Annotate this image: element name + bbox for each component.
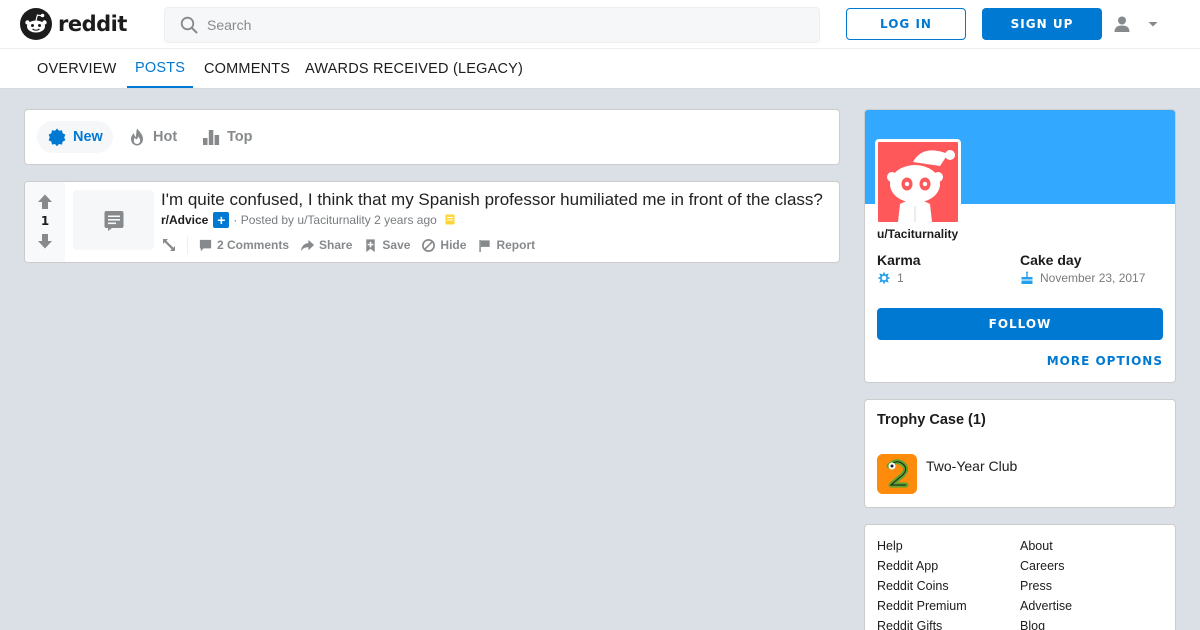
- trophy-name[interactable]: Two-Year Club: [926, 458, 1017, 474]
- cake-day-value: November 23, 2017: [1020, 271, 1145, 285]
- more-options-button[interactable]: MORE OPTIONS: [1047, 354, 1163, 368]
- logo-text: reddit: [58, 12, 127, 36]
- footer-link-help[interactable]: Help: [877, 539, 903, 553]
- user-icon: [1114, 16, 1130, 32]
- tab-comments[interactable]: COMMENTS: [196, 49, 298, 88]
- hide-button[interactable]: Hide: [421, 238, 466, 253]
- footer-link-reddit-premium[interactable]: Reddit Premium: [877, 599, 967, 613]
- reddit-snoo-icon: [20, 8, 52, 40]
- bookmark-icon: [366, 238, 376, 252]
- top-header: reddit LOG IN SIGN UP: [0, 0, 1200, 49]
- expand-icon: [163, 239, 175, 251]
- sort-new-label: New: [73, 129, 103, 145]
- award-icon: [445, 214, 455, 225]
- karma-value: 1: [877, 271, 904, 285]
- hide-icon: [422, 238, 436, 252]
- join-subreddit-button[interactable]: +: [213, 212, 230, 228]
- flag-icon: [479, 239, 491, 252]
- hide-label: Hide: [440, 238, 467, 252]
- upvote-icon[interactable]: [35, 192, 55, 212]
- sort-hot-label: Hot: [153, 129, 178, 145]
- sort-new[interactable]: New: [37, 121, 113, 153]
- profile-tabs: OVERVIEW POSTS COMMENTS AWARDS RECEIVED …: [0, 49, 1200, 89]
- cake-day-label: Cake day: [1020, 252, 1082, 268]
- snoo-avatar-icon: [887, 150, 955, 222]
- chevron-down-icon: [1148, 22, 1158, 27]
- top-icon: [203, 130, 220, 145]
- expand-post-button[interactable]: [161, 236, 188, 254]
- footer-link-reddit-gifts[interactable]: Reddit Gifts: [877, 619, 942, 630]
- tab-awards-received[interactable]: AWARDS RECEIVED (LEGACY): [297, 49, 531, 88]
- comments-button[interactable]: 2 Comments: [198, 238, 289, 253]
- two-year-club-icon: [877, 454, 917, 494]
- save-button[interactable]: Save: [363, 238, 410, 253]
- footer-link-blog[interactable]: Blog: [1020, 619, 1045, 630]
- footer-link-about[interactable]: About: [1020, 539, 1053, 553]
- share-label: Share: [319, 238, 353, 252]
- footer-link-advertise[interactable]: Advertise: [1020, 599, 1072, 613]
- follow-button[interactable]: FOLLOW: [877, 308, 1163, 340]
- log-in-button[interactable]: LOG IN: [846, 8, 966, 40]
- karma-icon: [877, 271, 891, 285]
- trophy-case-title: Trophy Case (1): [877, 412, 986, 428]
- karma-count: 1: [897, 271, 904, 285]
- post-meta: r/Advice + · Posted by u/Taciturnality 2…: [161, 212, 455, 228]
- trophy-case: Trophy Case (1) Two-Year Club: [864, 399, 1176, 508]
- profile-card: u/Taciturnality Karma 1 Cake day Novembe…: [864, 109, 1176, 383]
- save-label: Save: [382, 238, 411, 252]
- footer-link-careers[interactable]: Careers: [1020, 559, 1064, 573]
- post-actions: 2 Comments Share Save Hide Report: [161, 236, 546, 254]
- comment-icon: [199, 239, 212, 251]
- report-button[interactable]: Report: [477, 238, 535, 253]
- karma-label: Karma: [877, 252, 921, 268]
- tab-overview[interactable]: OVERVIEW: [29, 49, 125, 88]
- post-card[interactable]: 1 I'm quite confused, I think that my Sp…: [24, 181, 840, 263]
- search-bar[interactable]: [164, 7, 820, 43]
- search-input[interactable]: [207, 17, 787, 33]
- footer-link-reddit-app[interactable]: Reddit App: [877, 559, 938, 573]
- vote-column: 1: [25, 182, 65, 262]
- vote-count: 1: [40, 214, 50, 228]
- cake-icon: [1021, 271, 1033, 284]
- profile-username: u/Taciturnality: [877, 227, 959, 241]
- share-icon: [300, 239, 315, 251]
- posted-by: · Posted by u/Taciturnality 2 years ago: [233, 213, 437, 227]
- tab-posts[interactable]: POSTS: [127, 49, 194, 88]
- post-title[interactable]: I'm quite confused, I think that my Span…: [161, 190, 823, 210]
- report-label: Report: [496, 238, 536, 252]
- footer-link-reddit-coins[interactable]: Reddit Coins: [877, 579, 949, 593]
- share-button[interactable]: Share: [300, 238, 352, 253]
- search-icon: [180, 16, 198, 34]
- hot-icon: [131, 128, 143, 146]
- user-dropdown[interactable]: [1112, 12, 1162, 36]
- sort-top-label: Top: [227, 129, 253, 145]
- new-icon: [48, 128, 66, 147]
- cake-day-date: November 23, 2017: [1040, 271, 1146, 285]
- comments-label: 2 Comments: [217, 238, 290, 252]
- post-thumbnail[interactable]: [73, 190, 154, 250]
- text-post-icon: [104, 211, 123, 231]
- sign-up-button[interactable]: SIGN UP: [982, 8, 1102, 40]
- avatar[interactable]: [875, 139, 961, 225]
- subreddit-link[interactable]: r/Advice: [161, 213, 208, 227]
- footer-link-press[interactable]: Press: [1020, 579, 1052, 593]
- sort-bar: New Hot Top: [24, 109, 840, 165]
- reddit-logo[interactable]: reddit: [20, 8, 127, 40]
- footer-links: Help Reddit App Reddit Coins Reddit Prem…: [864, 524, 1176, 630]
- downvote-icon[interactable]: [35, 231, 55, 251]
- sort-top[interactable]: Top: [191, 121, 263, 153]
- sort-hot[interactable]: Hot: [117, 121, 187, 153]
